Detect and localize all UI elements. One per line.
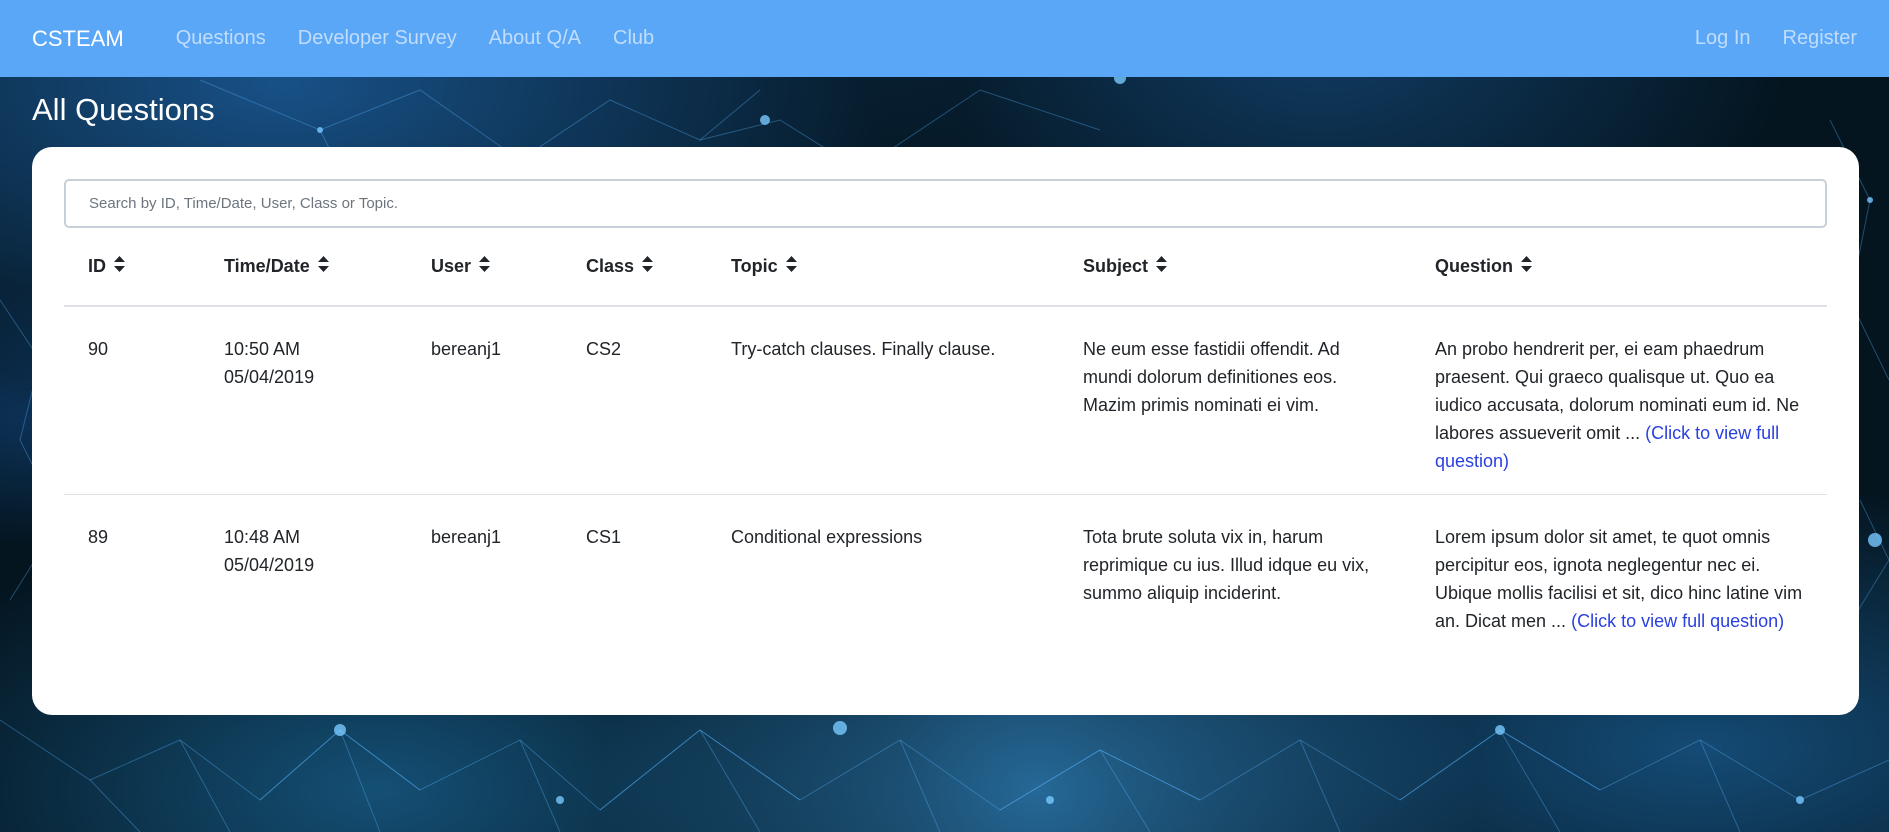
- cell-class: CS2: [562, 306, 707, 495]
- column-header-time-date[interactable]: Time/Date: [200, 228, 407, 307]
- nav-link-developer-survey[interactable]: Developer Survey: [298, 27, 457, 50]
- sort-icon[interactable]: [1521, 256, 1533, 277]
- sort-icon[interactable]: [114, 256, 125, 277]
- top-navbar: CSTEAM Questions Developer Survey About …: [0, 0, 1889, 77]
- cell-topic: Conditional expressions: [731, 527, 923, 547]
- view-full-question-link[interactable]: (Click to view full question): [1571, 611, 1784, 631]
- cell-question: An probo hendrerit per, ei eam phaedrum …: [1411, 306, 1827, 495]
- brand-link[interactable]: CSTEAM: [32, 26, 124, 52]
- cell-subject: Ne eum esse fastidii offendit. Ad mundi …: [1059, 306, 1411, 495]
- questions-table: ID Time/Date User Class Topic Subject Qu…: [64, 228, 1827, 654]
- cell-time-date: 10:48 AM 05/04/2019: [200, 495, 407, 655]
- sort-icon[interactable]: [479, 256, 491, 277]
- cell-time-date: 10:50 AM 05/04/2019: [200, 306, 407, 495]
- nav-link-questions[interactable]: Questions: [176, 27, 266, 50]
- table-row[interactable]: 90 10:50 AM 05/04/2019 bereanj1 CS2 Try-c…: [64, 306, 1827, 495]
- column-header-label: Class: [586, 255, 635, 276]
- register-link[interactable]: Register: [1783, 27, 1857, 50]
- nav-links: Questions Developer Survey About Q/A Clu…: [160, 27, 670, 50]
- column-header-label: Question: [1435, 255, 1514, 276]
- column-header-question[interactable]: Question: [1411, 228, 1827, 307]
- search-input[interactable]: [64, 179, 1827, 228]
- column-header-user[interactable]: User: [407, 228, 562, 307]
- sort-icon[interactable]: [642, 256, 654, 277]
- column-header-id[interactable]: ID: [64, 228, 200, 307]
- cell-class: CS1: [586, 527, 622, 547]
- sort-icon[interactable]: [1156, 256, 1168, 277]
- column-header-topic[interactable]: Topic: [707, 228, 1059, 307]
- cell-user: bereanj1: [407, 306, 562, 495]
- sort-icon[interactable]: [317, 256, 329, 277]
- login-link[interactable]: Log In: [1695, 27, 1751, 50]
- cell-date: 05/04/2019: [224, 555, 315, 575]
- column-header-label: ID: [88, 255, 106, 276]
- column-header-label: Topic: [731, 255, 778, 276]
- cell-time: 10:50 AM: [224, 339, 301, 359]
- nav-link-about-qa[interactable]: About Q/A: [489, 27, 581, 50]
- column-header-label: Subject: [1083, 255, 1149, 276]
- sort-icon[interactable]: [785, 256, 797, 277]
- nav-link-club[interactable]: Club: [613, 27, 654, 50]
- column-header-subject[interactable]: Subject: [1059, 228, 1411, 307]
- auth-links: Log In Register: [1663, 27, 1857, 50]
- cell-id: 90: [64, 306, 200, 495]
- cell-time: 10:48 AM: [224, 527, 301, 547]
- cell-date: 05/04/2019: [224, 367, 315, 387]
- page-title: All Questions: [32, 92, 215, 127]
- cell-subject: Tota brute soluta vix in, harum reprimiq…: [1083, 527, 1370, 603]
- cell-id: 89: [88, 527, 109, 547]
- cell-user: bereanj1: [431, 527, 502, 547]
- column-header-label: User: [431, 255, 472, 276]
- column-header-label: Time/Date: [224, 255, 310, 276]
- questions-card: ID Time/Date User Class Topic Subject Qu…: [32, 147, 1859, 715]
- cell-question: Lorem ipsum dolor sit amet, te quot omni…: [1411, 495, 1827, 655]
- table-row[interactable]: 89 10:48 AM 05/04/2019 bereanj1 CS1 Condi…: [64, 495, 1827, 655]
- column-header-class[interactable]: Class: [562, 228, 707, 307]
- cell-topic: Try-catch clauses. Finally clause.: [707, 306, 1059, 495]
- table-header-row: ID Time/Date User Class Topic Subject Qu…: [64, 228, 1827, 307]
